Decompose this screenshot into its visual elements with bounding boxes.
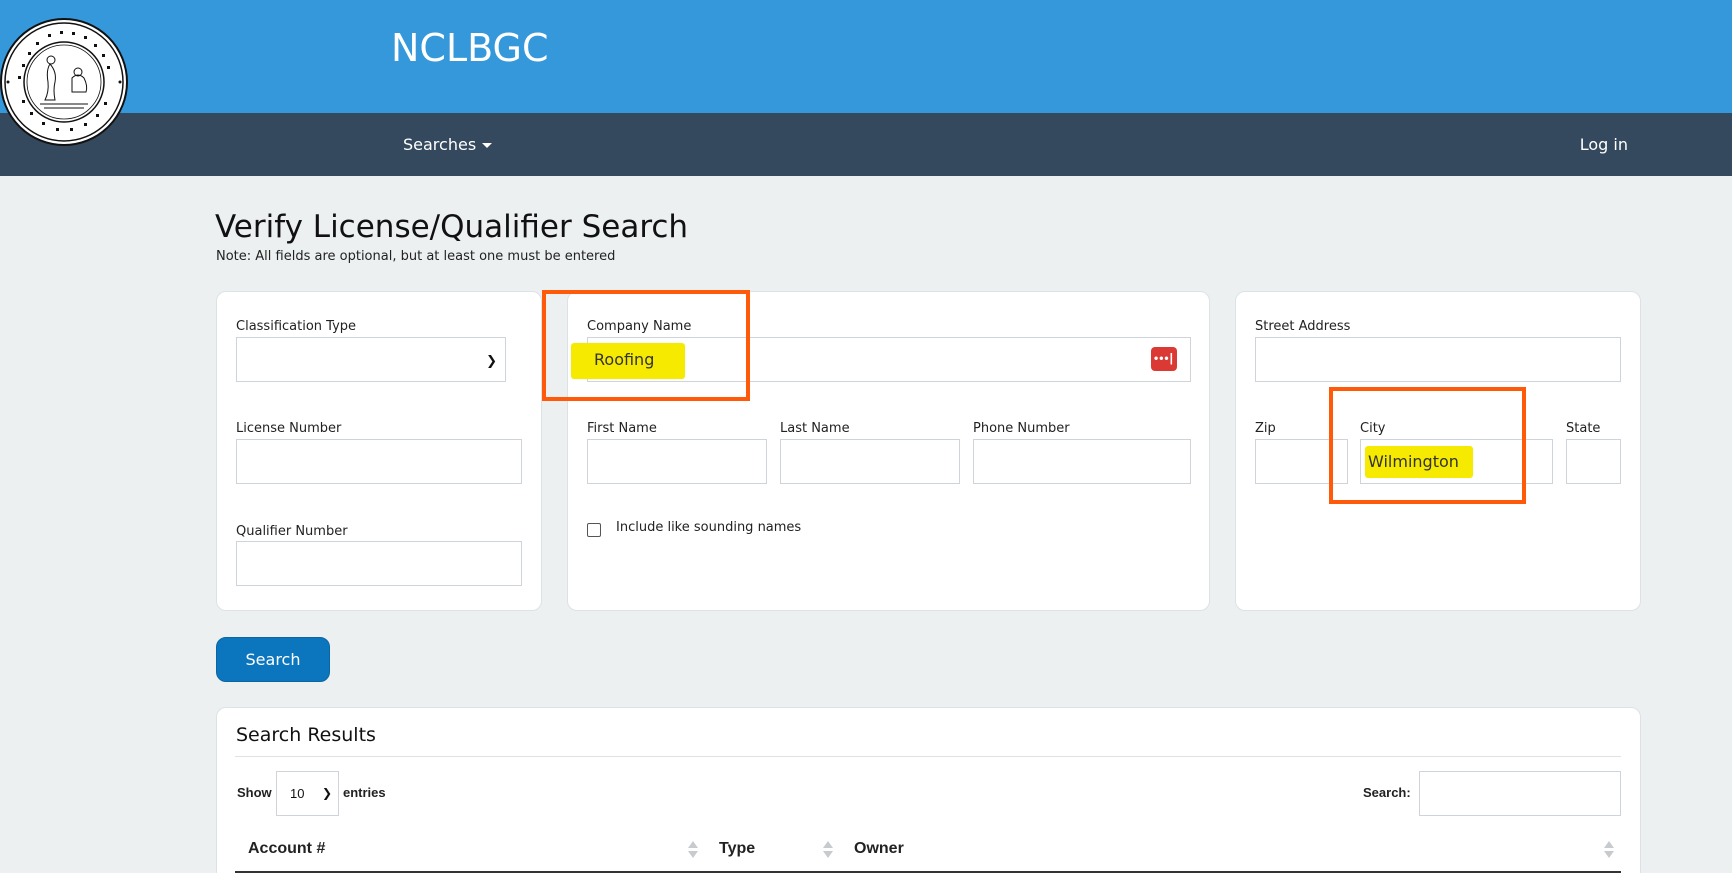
nav-searches-dropdown[interactable]: Searches — [403, 135, 493, 154]
license-number-label: License Number — [236, 421, 342, 436]
nav-searches-label: Searches — [403, 135, 477, 154]
sort-icon[interactable] — [688, 840, 698, 860]
classification-type-label: Classification Type — [236, 319, 357, 334]
nclbgc-seal-logo[interactable] — [0, 16, 129, 148]
street-address-input[interactable] — [1255, 337, 1621, 382]
search-results-title: Search Results — [236, 724, 376, 746]
page-title: Verify License/Qualifier Search — [215, 209, 689, 245]
table-search-input[interactable] — [1419, 771, 1621, 816]
state-input[interactable] — [1566, 439, 1621, 484]
column-header-type[interactable]: Type — [719, 840, 755, 858]
column-header-owner[interactable]: Owner — [854, 840, 904, 858]
column-header-account[interactable]: Account # — [248, 840, 325, 858]
classification-type-select[interactable]: ❯ — [236, 337, 506, 382]
nav-login-link[interactable]: Log in — [1580, 135, 1628, 154]
zip-label: Zip — [1255, 421, 1276, 436]
city-value: Wilmington — [1368, 452, 1459, 471]
sort-icon[interactable] — [823, 840, 833, 860]
chevron-down-icon: ❯ — [321, 786, 332, 800]
caret-down-icon — [482, 143, 493, 148]
license-number-input[interactable] — [236, 439, 522, 484]
page-note: Note: All fields are optional, but at le… — [216, 249, 616, 264]
search-button[interactable]: Search — [216, 637, 330, 682]
state-label: State — [1566, 421, 1601, 436]
company-name-label: Company Name — [587, 319, 692, 334]
qualifier-number-input[interactable] — [236, 541, 522, 586]
city-label: City — [1360, 421, 1386, 436]
entries-label: entries — [343, 785, 386, 800]
street-address-label: Street Address — [1255, 319, 1351, 334]
phone-number-input[interactable] — [973, 439, 1191, 484]
first-name-label: First Name — [587, 421, 657, 436]
navbar: Searches Log in — [0, 113, 1732, 176]
password-manager-icon[interactable]: •••| — [1151, 347, 1177, 371]
first-name-input[interactable] — [587, 439, 767, 484]
results-divider — [235, 756, 1621, 757]
company-name-value: Roofing — [594, 350, 655, 369]
like-sounding-label[interactable]: Include like sounding names — [616, 520, 801, 535]
table-search-label: Search: — [1363, 785, 1411, 800]
last-name-label: Last Name — [780, 421, 850, 436]
site-header: NCLBGC — [0, 0, 1732, 113]
sort-icon[interactable] — [1604, 840, 1614, 860]
site-title[interactable]: NCLBGC — [391, 26, 549, 70]
show-label: Show — [237, 785, 272, 800]
entries-per-page-value: 10 — [290, 786, 305, 801]
qualifier-number-label: Qualifier Number — [236, 524, 348, 539]
like-sounding-checkbox[interactable] — [587, 523, 601, 537]
chevron-down-icon: ❯ — [486, 353, 497, 368]
zip-input[interactable] — [1255, 439, 1348, 484]
entries-per-page-select[interactable]: 10 ❯ — [276, 771, 339, 816]
phone-number-label: Phone Number — [973, 421, 1070, 436]
last-name-input[interactable] — [780, 439, 960, 484]
